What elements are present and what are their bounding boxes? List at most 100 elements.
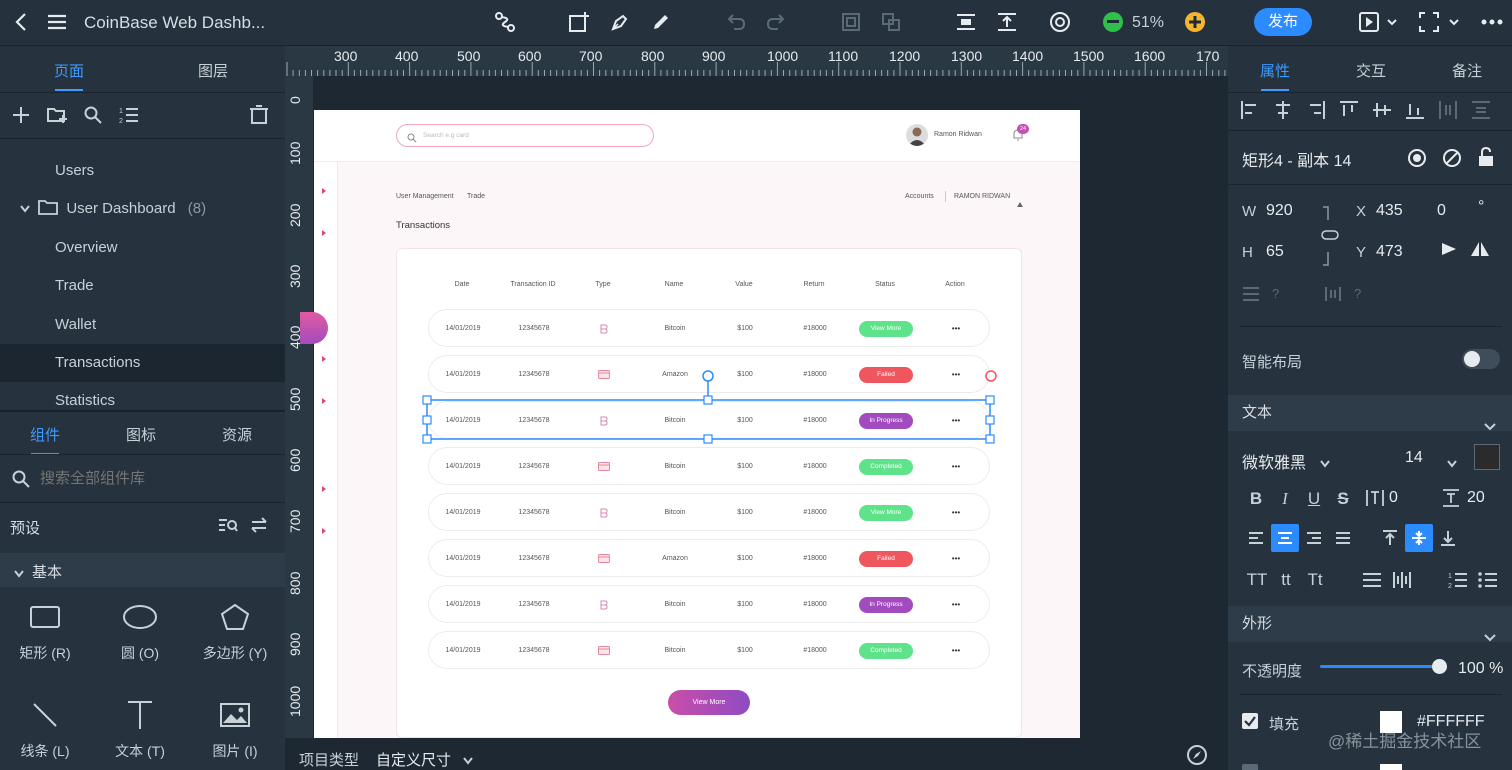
border-checkbox[interactable]: [1242, 764, 1258, 770]
zoom-in-icon[interactable]: [1185, 12, 1205, 32]
design-search-input[interactable]: Search e.g card: [396, 124, 654, 147]
more-icon[interactable]: [1480, 11, 1504, 33]
tab-layers[interactable]: 图层: [182, 60, 244, 81]
vertical-ruler[interactable]: 0 100 200 300 400 500 600 700 800 900 1000: [285, 76, 313, 738]
status-badge[interactable]: In Progress: [859, 597, 913, 613]
menu-icon[interactable]: [46, 11, 68, 33]
underline-icon[interactable]: U: [1300, 485, 1328, 513]
tab-notes[interactable]: 备注: [1436, 60, 1498, 81]
font-family-select[interactable]: 微软雅黑: [1242, 449, 1306, 473]
breadcrumb-user-management[interactable]: User Management: [396, 193, 454, 200]
basic-section-header[interactable]: 基本: [0, 553, 285, 587]
component-line[interactable]: 线条 (L): [0, 689, 90, 761]
table-row[interactable]: 14/01/2019 12345678 Bitcoin $100 #18000 View …: [428, 493, 990, 531]
valign-middle-icon[interactable]: [1405, 524, 1433, 552]
text-align-center-icon[interactable]: [1271, 524, 1299, 552]
status-badge[interactable]: Completed: [859, 643, 913, 659]
opacity-input[interactable]: 100 %: [1458, 660, 1503, 678]
align-bottom-icon[interactable]: [1405, 100, 1425, 125]
align-right-icon[interactable]: [1306, 100, 1326, 125]
account-name[interactable]: RAMON RIDWAN: [954, 193, 1010, 200]
more-actions-icon[interactable]: •••: [941, 448, 971, 486]
view-more-button[interactable]: View More: [668, 690, 750, 715]
distribute-v-icon[interactable]: [1471, 100, 1491, 125]
link-proportions-icon[interactable]: [1320, 206, 1340, 271]
component-polygon[interactable]: 多边形 (Y): [190, 591, 280, 663]
table-row[interactable]: 14/01/2019 12345678 Bitcoin $100 #18000 View …: [428, 309, 990, 347]
sidebar-nav-icon[interactable]: [322, 356, 326, 362]
distribute-h-icon[interactable]: [1438, 100, 1458, 125]
chevron-down-icon[interactable]: [1320, 455, 1330, 473]
page-settings-icon[interactable]: [248, 104, 270, 126]
status-badge[interactable]: Completed: [859, 459, 913, 475]
align-top-icon[interactable]: [1339, 100, 1359, 125]
status-badge[interactable]: Failed: [859, 551, 913, 567]
more-actions-icon[interactable]: •••: [941, 310, 971, 348]
text-color-swatch[interactable]: [1474, 444, 1500, 470]
rotation-input[interactable]: 0: [1437, 202, 1446, 220]
chevron-down-icon[interactable]: [20, 190, 34, 228]
tab-components[interactable]: 组件: [14, 424, 76, 455]
height-input[interactable]: 65: [1266, 243, 1284, 261]
group-icon[interactable]: [840, 11, 862, 33]
chevron-down-icon[interactable]: [463, 752, 473, 769]
sidebar-nav-icon[interactable]: [322, 230, 326, 236]
tab-assets[interactable]: 资源: [206, 424, 268, 445]
distribute-vertical-icon[interactable]: [955, 11, 977, 33]
opacity-slider[interactable]: [1320, 659, 1447, 674]
status-badge[interactable]: View More: [859, 505, 913, 521]
flip-vertical-icon[interactable]: [1470, 240, 1490, 263]
paragraph-spacing-icon[interactable]: [1362, 571, 1382, 594]
capitalize-icon[interactable]: Tt: [1300, 566, 1330, 594]
tab-properties[interactable]: 属性: [1244, 60, 1306, 91]
selection-overlay[interactable]: [420, 365, 1000, 447]
pencil-tool-icon[interactable]: [650, 11, 672, 33]
horizontal-ruler[interactable]: 300 400 500 600 700 800 900 1000 1100 1200 1300 140…: [285, 46, 1228, 76]
font-size-input[interactable]: 14: [1405, 449, 1423, 467]
valign-bottom-icon[interactable]: [1434, 524, 1462, 552]
text-justify-icon[interactable]: [1329, 524, 1357, 552]
page-item-overview[interactable]: Overview: [0, 229, 285, 267]
align-center-v-icon[interactable]: [1372, 100, 1392, 125]
align-left-icon[interactable]: [1240, 100, 1260, 125]
preview-target-icon[interactable]: [1048, 10, 1072, 34]
breadcrumb-trade[interactable]: Trade: [467, 193, 485, 200]
fill-checkbox[interactable]: [1242, 713, 1258, 729]
border-color-swatch[interactable]: [1380, 764, 1402, 770]
fullscreen-icon[interactable]: [1418, 11, 1462, 33]
swap-icon[interactable]: [250, 516, 268, 539]
avatar[interactable]: [906, 124, 928, 146]
tab-interaction[interactable]: 交互: [1340, 60, 1402, 81]
redo-icon[interactable]: [765, 11, 787, 33]
text-align-right-icon[interactable]: [1300, 524, 1328, 552]
shape-section-header[interactable]: 外形: [1228, 606, 1512, 642]
disable-icon[interactable]: [1442, 148, 1462, 173]
unordered-list-icon[interactable]: [1478, 571, 1498, 594]
table-row[interactable]: 14/01/2019 12345678 Bitcoin $100 #18000 In Pr…: [428, 585, 990, 623]
accounts-link[interactable]: Accounts: [905, 193, 934, 200]
back-icon[interactable]: [10, 11, 32, 33]
flip-horizontal-icon[interactable]: [1440, 240, 1458, 263]
layer-name[interactable]: 矩形4 - 副本 14: [1242, 147, 1351, 171]
path-tool-icon[interactable]: [494, 11, 516, 33]
uppercase-icon[interactable]: TT: [1242, 566, 1272, 594]
lowercase-icon[interactable]: tt: [1271, 566, 1301, 594]
italic-icon[interactable]: I: [1271, 485, 1299, 513]
smart-layout-toggle[interactable]: [1462, 349, 1500, 369]
tab-pages[interactable]: 页面: [38, 60, 100, 91]
page-item-statistics[interactable]: Statistics: [0, 382, 285, 410]
ungroup-icon[interactable]: [880, 11, 902, 33]
distribute-icon[interactable]: [1242, 286, 1260, 307]
align-center-h-icon[interactable]: [1273, 100, 1293, 125]
valign-top-icon[interactable]: [1376, 524, 1404, 552]
sidebar-nav-icon[interactable]: [322, 398, 326, 404]
unlock-icon[interactable]: [1477, 146, 1495, 172]
more-actions-icon[interactable]: •••: [941, 586, 971, 624]
sidebar-nav-icon[interactable]: [322, 188, 326, 194]
component-search-input[interactable]: [40, 466, 270, 490]
undo-icon[interactable]: [725, 11, 747, 33]
table-row[interactable]: 14/01/2019 12345678 Amazon $100 #18000 Failed…: [428, 539, 990, 577]
component-image[interactable]: 图片 (I): [190, 689, 280, 761]
spacing-icon[interactable]: [1324, 286, 1342, 307]
publish-button[interactable]: 发布: [1254, 8, 1312, 36]
